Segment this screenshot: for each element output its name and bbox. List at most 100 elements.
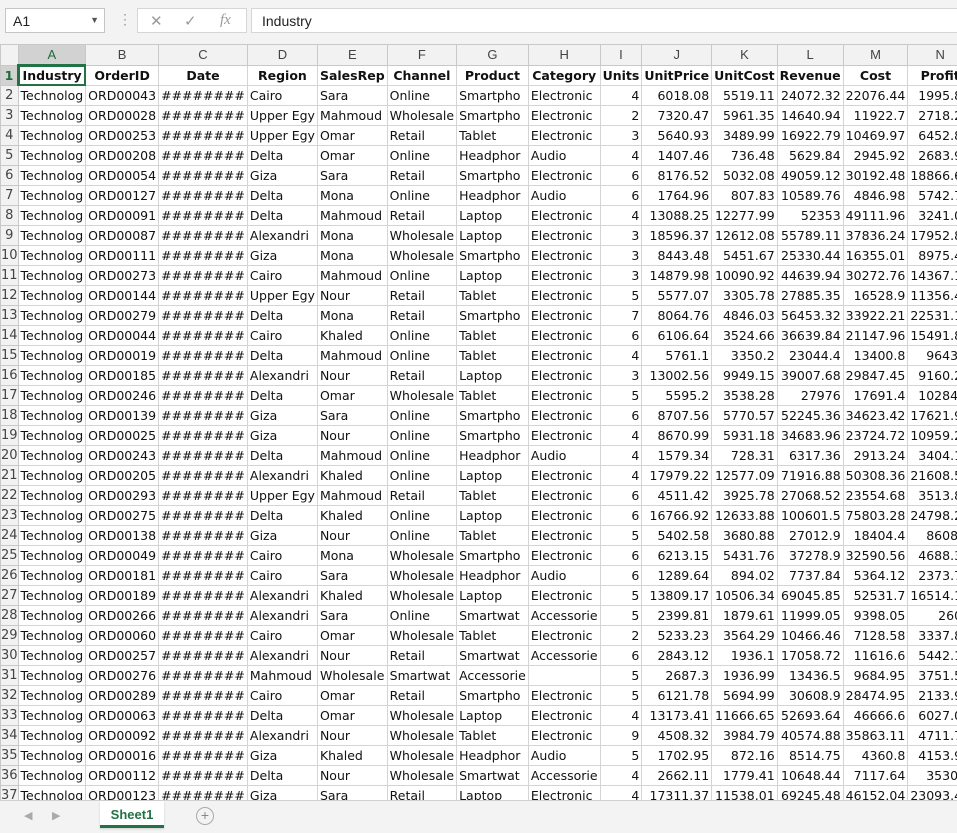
cell[interactable]: Electronic: [527, 225, 601, 246]
row-header[interactable]: 28: [0, 605, 19, 626]
cell[interactable]: Tablet: [456, 485, 529, 506]
cell[interactable]: Alexandri: [246, 645, 318, 666]
cell[interactable]: 37278.9: [776, 545, 844, 566]
cell[interactable]: Omar: [316, 145, 388, 166]
cell[interactable]: 894.02: [711, 565, 778, 586]
cell[interactable]: 6: [599, 485, 643, 506]
cell[interactable]: Electronic: [527, 385, 601, 406]
cell[interactable]: Audio: [527, 445, 601, 466]
cell[interactable]: 17311.37: [641, 785, 713, 800]
cell[interactable]: Electronic: [527, 245, 601, 266]
cell[interactable]: 5: [599, 745, 643, 766]
cell[interactable]: Electronic: [527, 165, 601, 186]
cell[interactable]: ########: [158, 345, 248, 366]
cell[interactable]: 9: [599, 725, 643, 746]
cell[interactable]: Khaled: [316, 745, 388, 766]
column-header-d[interactable]: D: [246, 44, 318, 66]
cell[interactable]: Wholesale: [386, 585, 458, 606]
cell[interactable]: 50308.36: [842, 465, 909, 486]
cell[interactable]: 4: [599, 705, 643, 726]
cell[interactable]: Wholesale: [316, 665, 388, 686]
cell[interactable]: Online: [386, 445, 458, 466]
cell[interactable]: Cairo: [246, 545, 318, 566]
cell[interactable]: 3: [599, 225, 643, 246]
cell[interactable]: Retail: [386, 205, 458, 226]
cell[interactable]: Technolog: [17, 325, 87, 346]
cell[interactable]: Smartpho: [456, 165, 529, 186]
cell[interactable]: 3: [599, 365, 643, 386]
cell[interactable]: 11922.7: [842, 105, 909, 126]
cell[interactable]: 6: [599, 185, 643, 206]
cell[interactable]: Audio: [527, 745, 601, 766]
cell[interactable]: Giza: [246, 745, 318, 766]
cell[interactable]: Giza: [246, 785, 318, 800]
cell[interactable]: 5629.84: [776, 145, 844, 166]
cell[interactable]: 36639.84: [776, 325, 844, 346]
cell[interactable]: Headphor: [456, 565, 529, 586]
cell[interactable]: Smartwat: [456, 645, 529, 666]
column-header-n[interactable]: N: [907, 44, 957, 66]
cell[interactable]: Accessorie: [456, 665, 529, 686]
cell[interactable]: Khaled: [316, 505, 388, 526]
cell[interactable]: Technolog: [17, 505, 87, 526]
cell[interactable]: Retail: [386, 285, 458, 306]
cell[interactable]: Upper Egy: [246, 485, 318, 506]
cell[interactable]: ########: [158, 605, 248, 626]
cell[interactable]: 2: [599, 625, 643, 646]
cell[interactable]: 3: [599, 265, 643, 286]
cell[interactable]: 4: [599, 425, 643, 446]
cell[interactable]: Delta: [246, 145, 318, 166]
cell[interactable]: 44639.94: [776, 265, 844, 286]
column-header-h[interactable]: H: [527, 44, 601, 66]
cell[interactable]: ########: [158, 145, 248, 166]
cell[interactable]: 7: [599, 305, 643, 326]
cell[interactable]: ORD00205: [85, 465, 160, 486]
cell[interactable]: 1879.61: [711, 605, 778, 626]
cell[interactable]: Technolog: [17, 785, 87, 800]
cell[interactable]: Giza: [246, 525, 318, 546]
cell[interactable]: Retail: [386, 305, 458, 326]
cell[interactable]: ORD00111: [85, 245, 160, 266]
cell[interactable]: Retail: [386, 785, 458, 800]
cell[interactable]: 6452.82: [907, 125, 957, 146]
cell[interactable]: 14640.94: [776, 105, 844, 126]
cell[interactable]: ORD00275: [85, 505, 160, 526]
cell[interactable]: 8176.52: [641, 165, 713, 186]
cell[interactable]: 10959.24: [907, 425, 957, 446]
cell[interactable]: 14879.98: [641, 265, 713, 286]
cell[interactable]: 13400.8: [842, 345, 909, 366]
row-header[interactable]: 7: [0, 185, 19, 206]
cell[interactable]: Alexandri: [246, 365, 318, 386]
cell[interactable]: Accessorie: [527, 765, 601, 786]
cell[interactable]: Smartpho: [456, 425, 529, 446]
cell[interactable]: Cairo: [246, 625, 318, 646]
cell[interactable]: Tablet: [456, 525, 529, 546]
row-header[interactable]: 33: [0, 705, 19, 726]
cell[interactable]: Retail: [386, 645, 458, 666]
cell[interactable]: 49059.12: [776, 165, 844, 186]
cell[interactable]: ORD00016: [85, 745, 160, 766]
cell[interactable]: Electronic: [527, 105, 601, 126]
cell[interactable]: Mona: [316, 225, 388, 246]
cell[interactable]: Tablet: [456, 285, 529, 306]
cell[interactable]: 10506.34: [711, 585, 778, 606]
cell[interactable]: 17691.4: [842, 385, 909, 406]
cell[interactable]: 5451.67: [711, 245, 778, 266]
cell[interactable]: 18596.37: [641, 225, 713, 246]
cell[interactable]: Omar: [316, 685, 388, 706]
cell[interactable]: Technolog: [17, 145, 87, 166]
cell[interactable]: 872.16: [711, 745, 778, 766]
cell[interactable]: Electronic: [527, 625, 601, 646]
cell[interactable]: 5402.58: [641, 525, 713, 546]
cell[interactable]: ORD00246: [85, 385, 160, 406]
cell[interactable]: 2683.92: [907, 145, 957, 166]
cell[interactable]: Technolog: [17, 365, 87, 386]
cell[interactable]: Online: [386, 325, 458, 346]
cell[interactable]: Nour: [316, 365, 388, 386]
cell[interactable]: 16528.9: [842, 285, 909, 306]
cell[interactable]: Smartpho: [456, 85, 529, 106]
cell[interactable]: 3350.2: [711, 345, 778, 366]
cell[interactable]: Electronic: [527, 485, 601, 506]
cell[interactable]: Online: [386, 425, 458, 446]
cell[interactable]: Laptop: [456, 465, 529, 486]
